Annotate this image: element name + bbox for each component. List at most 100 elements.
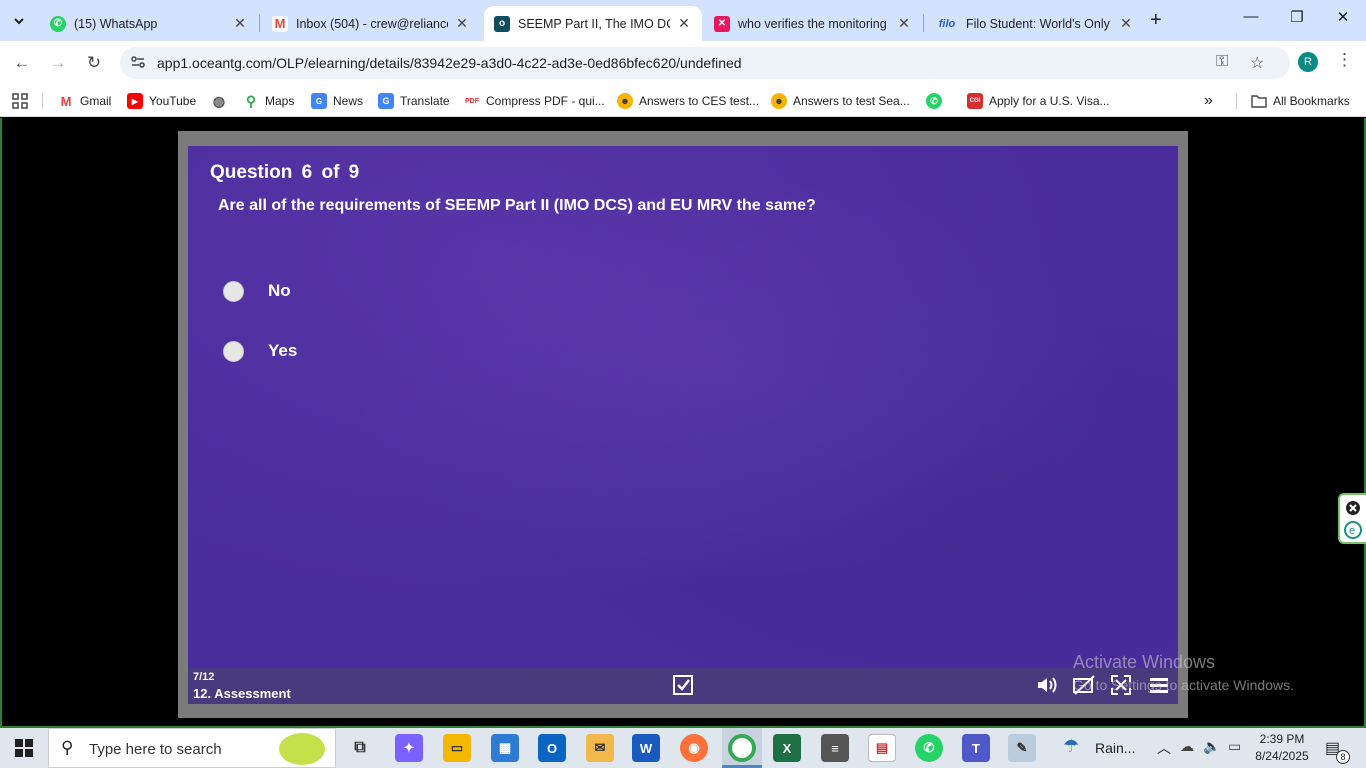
site-settings-icon[interactable]	[130, 54, 146, 73]
profile-avatar[interactable]: R	[1298, 52, 1318, 72]
reload-button[interactable]: ↻	[82, 51, 106, 75]
bookmark-gmail[interactable]: M Gmail	[58, 91, 112, 111]
outlook-icon[interactable]: O	[538, 734, 566, 762]
task-view-icon[interactable]: ⧉	[346, 734, 374, 762]
notifications-badge: 8	[1336, 750, 1350, 764]
x-close-brand-icon: ✕	[714, 15, 730, 32]
minimize-button[interactable]: —	[1236, 8, 1266, 25]
bookmark-compress-pdf[interactable]: PDF Compress PDF - qui...	[464, 91, 605, 111]
bookmark-youtube[interactable]: ▶ YouTube	[127, 91, 196, 111]
globe-icon: ◍	[212, 92, 226, 109]
submit-checkbox-icon[interactable]	[672, 674, 696, 698]
url-text[interactable]: app1.oceantg.com/OLP/elearning/details/8…	[157, 55, 742, 71]
close-icon[interactable]: ✕	[676, 15, 692, 32]
word-icon[interactable]: W	[632, 734, 660, 762]
file-explorer-icon[interactable]: ▭	[443, 734, 471, 762]
bookmark-globe[interactable]: ◍	[211, 91, 233, 111]
ces-icon: ☻	[617, 93, 633, 109]
search-icon: ⚲	[61, 738, 74, 757]
quiz-slide: Question 6 of 9 Are all of the requireme…	[188, 146, 1178, 668]
copilot-icon[interactable]: ✦	[395, 734, 423, 762]
radio-button[interactable]	[223, 340, 244, 362]
close-icon[interactable]: ✕	[896, 15, 912, 32]
whatsapp-icon: ✆	[50, 15, 66, 32]
answer-option-no[interactable]: No	[223, 280, 291, 302]
cgi-icon: CGI	[967, 93, 983, 109]
all-bookmarks[interactable]: All Bookmarks	[1251, 91, 1350, 111]
key-icon[interactable]: ⚿	[1216, 53, 1228, 71]
clock-time[interactable]: 2:39 PM	[1254, 732, 1310, 746]
maps-icon: ⚲	[245, 92, 257, 109]
widget-close-icon[interactable]: e	[1340, 495, 1366, 543]
folder-icon	[1251, 93, 1267, 109]
excel-icon[interactable]: X	[773, 734, 801, 762]
restore-button[interactable]: ❐	[1282, 8, 1312, 26]
apps-icon[interactable]	[12, 91, 28, 111]
divider	[42, 93, 43, 109]
gmail-icon: M	[272, 15, 288, 32]
start-button[interactable]	[0, 728, 48, 768]
bookmark-us-visa[interactable]: CGI Apply for a U.S. Visa...	[967, 91, 1110, 111]
store-icon[interactable]: ▦	[491, 734, 519, 762]
ces-icon: ☻	[771, 93, 787, 109]
weather-text[interactable]: Rain...	[1095, 740, 1135, 756]
tab-separator	[923, 14, 924, 32]
tab-seemp[interactable]: o SEEMP Part II, The IMO DCS ✕	[484, 6, 702, 41]
question-title: Question 6 of 9	[210, 162, 360, 183]
tab-filo[interactable]: filo Filo Student: World's Only Li ✕	[926, 6, 1144, 41]
firefox-icon[interactable]: ◉	[680, 734, 708, 762]
paint-icon[interactable]: ✎	[1008, 734, 1036, 762]
new-tab-button[interactable]: +	[1150, 9, 1162, 32]
filo-icon: filo	[938, 17, 956, 30]
close-icon[interactable]: ✕	[454, 15, 470, 32]
tab-gmail[interactable]: M Inbox (504) - crew@relianceg ✕	[262, 6, 480, 41]
side-widget[interactable]: e	[1338, 493, 1366, 544]
more-bookmarks-chevron-icon[interactable]: »	[1204, 91, 1213, 111]
volume-icon[interactable]	[1036, 674, 1060, 698]
oceantg-icon: o	[494, 15, 510, 32]
tab-search-button[interactable]	[6, 8, 32, 34]
gmail-icon: M	[60, 93, 72, 109]
activate-windows-subtitle: Go to Settings to activate Windows.	[1073, 677, 1294, 693]
divider	[1236, 93, 1237, 109]
pdf24-icon: PDF	[465, 97, 479, 105]
address-bar[interactable]: app1.oceantg.com/OLP/elearning/details/8…	[120, 47, 1290, 79]
weather-rain-icon[interactable]: ☂	[1063, 736, 1079, 757]
chevron-down-icon	[14, 18, 24, 25]
display-icon[interactable]: ▭	[1228, 738, 1241, 755]
bookmark-whatsapp[interactable]: ✆	[926, 91, 948, 111]
tray-chevron-up-icon[interactable]: ︿	[1157, 738, 1171, 758]
winrar-icon[interactable]: ≡	[821, 734, 849, 762]
taskbar-search[interactable]: ⚲ Type here to search	[48, 728, 336, 768]
speaker-muted-icon[interactable]: 🔈	[1203, 738, 1220, 755]
bookmarks-bar: M Gmail ▶ YouTube ◍ ⚲ Maps G News G Tran…	[0, 85, 1366, 117]
forward-button[interactable]: →	[46, 51, 70, 75]
whatsapp-icon[interactable]: ✆	[915, 734, 943, 762]
network-icon[interactable]: ☁	[1180, 738, 1194, 755]
bookmark-news[interactable]: G News	[311, 91, 363, 111]
mail-icon[interactable]: ✉	[586, 734, 614, 762]
close-icon[interactable]: ✕	[1118, 15, 1134, 32]
back-button[interactable]: ←	[10, 51, 34, 75]
search-highlight-icon	[279, 733, 325, 765]
more-menu-icon[interactable]: ⋮	[1336, 50, 1353, 70]
player-control-bar: 7/12 12. Assessment	[188, 668, 1178, 704]
chrome-icon[interactable]	[728, 734, 756, 762]
youtube-icon: ▶	[127, 93, 143, 109]
bookmark-star-icon[interactable]: ☆	[1250, 53, 1264, 73]
clock-date[interactable]: 8/24/2025	[1254, 749, 1310, 763]
taskbar-search-input[interactable]: Type here to search	[89, 741, 222, 758]
bookmark-ces-test[interactable]: ☻ Answers to CES test...	[617, 91, 759, 111]
close-window-button[interactable]: ✕	[1328, 8, 1358, 26]
whatsapp-icon: ✆	[926, 93, 942, 109]
tab-whatsapp[interactable]: ✆ (15) WhatsApp ✕	[40, 6, 258, 41]
document-icon[interactable]: ▤	[868, 734, 896, 762]
tab-who-verifies[interactable]: ✕ who verifies the monitoring ✕	[704, 6, 922, 41]
close-icon[interactable]: ✕	[232, 15, 248, 32]
bookmark-translate[interactable]: G Translate	[378, 91, 450, 111]
bookmark-test-sea[interactable]: ☻ Answers to test Sea...	[771, 91, 910, 111]
bookmark-maps[interactable]: ⚲ Maps	[243, 91, 294, 111]
teams-icon[interactable]: T	[962, 734, 990, 762]
radio-button[interactable]	[223, 280, 244, 302]
answer-option-yes[interactable]: Yes	[223, 340, 297, 362]
